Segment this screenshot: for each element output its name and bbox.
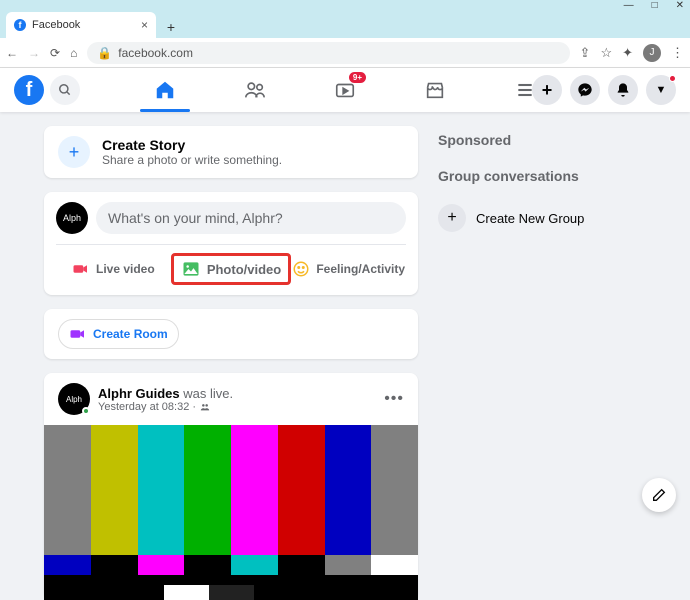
- browser-tab[interactable]: f Facebook ×: [6, 12, 156, 38]
- search-icon: [58, 83, 72, 97]
- video-plus-icon: [69, 325, 87, 343]
- maximize-button[interactable]: □: [652, 0, 658, 11]
- chevron-down-icon: ▼: [656, 84, 667, 96]
- right-sidebar: Sponsored Group conversations + Create N…: [438, 126, 628, 600]
- browser-profile-avatar[interactable]: J: [643, 44, 661, 62]
- new-tab-button[interactable]: +: [160, 16, 182, 38]
- photo-video-button[interactable]: Photo/video: [171, 253, 292, 285]
- live-video-button[interactable]: Live video: [56, 253, 171, 285]
- browser-toolbar: ← → ⟳ ⌂ 🔒 facebook.com ⇪ ☆ ✦ J ⋮: [0, 38, 690, 68]
- post-author-avatar[interactable]: Alph: [58, 383, 90, 415]
- home-icon: [154, 79, 176, 101]
- messenger-button[interactable]: [570, 75, 600, 105]
- marketplace-icon: [424, 79, 446, 101]
- address-bar[interactable]: 🔒 facebook.com: [87, 42, 569, 64]
- tab-close-button[interactable]: ×: [141, 18, 148, 32]
- smile-icon: [292, 260, 310, 278]
- rooms-card: Create Room: [44, 309, 418, 359]
- create-story-card[interactable]: + Create Story Share a photo or write so…: [44, 126, 418, 178]
- lock-icon: 🔒: [97, 46, 112, 60]
- extensions-icon[interactable]: ✦: [622, 45, 633, 61]
- nav-home[interactable]: [140, 68, 190, 112]
- browser-menu-button[interactable]: ⋮: [671, 45, 684, 61]
- composer-input[interactable]: What's on your mind, Alphr?: [96, 202, 406, 234]
- url-text: facebook.com: [118, 46, 193, 60]
- search-button[interactable]: [50, 75, 80, 105]
- nav-marketplace[interactable]: [410, 68, 460, 112]
- create-story-title: Create Story: [102, 137, 282, 153]
- home-button[interactable]: ⌂: [70, 46, 77, 60]
- post-composer: Alph What's on your mind, Alphr? Live vi…: [44, 192, 418, 295]
- facebook-favicon: f: [14, 19, 26, 31]
- notification-dot: [669, 75, 676, 82]
- close-window-button[interactable]: ✕: [676, 0, 684, 11]
- friends-privacy-icon: [200, 402, 210, 412]
- group-conversations-heading: Group conversations: [438, 168, 628, 184]
- back-button[interactable]: ←: [6, 46, 18, 60]
- facebook-header: f 9+ + ▼: [0, 68, 690, 112]
- minimize-button[interactable]: —: [624, 0, 634, 11]
- plus-icon: +: [438, 204, 466, 232]
- plus-icon: +: [542, 80, 553, 101]
- feed-post: Alph Alphr Guides was live. Yesterday at…: [44, 373, 418, 600]
- tab-title: Facebook: [32, 19, 80, 31]
- post-author-line[interactable]: Alphr Guides was live.: [98, 386, 233, 401]
- nav-watch[interactable]: 9+: [320, 68, 370, 112]
- nav-friends[interactable]: [230, 68, 280, 112]
- user-avatar[interactable]: Alph: [56, 202, 88, 234]
- browser-tabbar: f Facebook × +: [0, 10, 690, 38]
- post-more-button[interactable]: •••: [384, 390, 404, 408]
- create-room-button[interactable]: Create Room: [58, 319, 179, 349]
- bookmark-icon[interactable]: ☆: [600, 45, 612, 61]
- edit-icon: [651, 487, 667, 503]
- account-button[interactable]: ▼: [646, 75, 676, 105]
- sponsored-heading: Sponsored: [438, 132, 628, 148]
- forward-button[interactable]: →: [28, 46, 40, 60]
- post-timestamp: Yesterday at 08:32 ·: [98, 401, 233, 413]
- post-video-thumbnail[interactable]: [44, 425, 418, 600]
- create-story-plus-icon: +: [58, 136, 90, 168]
- create-new-group-button[interactable]: + Create New Group: [438, 204, 628, 232]
- reload-button[interactable]: ⟳: [50, 46, 60, 60]
- camera-icon: [72, 260, 90, 278]
- messenger-icon: [577, 82, 593, 98]
- bell-icon: [615, 82, 631, 98]
- window-titlebar: — □ ✕: [0, 0, 690, 10]
- new-message-fab[interactable]: [642, 478, 676, 512]
- watch-badge: 9+: [349, 72, 366, 83]
- create-button[interactable]: +: [532, 75, 562, 105]
- feeling-activity-button[interactable]: Feeling/Activity: [291, 253, 406, 285]
- facebook-logo[interactable]: f: [14, 75, 44, 105]
- friends-icon: [244, 79, 266, 101]
- create-story-subtitle: Share a photo or write something.: [102, 153, 282, 167]
- notifications-button[interactable]: [608, 75, 638, 105]
- photo-icon: [181, 259, 201, 279]
- online-indicator: [82, 407, 90, 415]
- share-icon[interactable]: ⇪: [580, 45, 591, 61]
